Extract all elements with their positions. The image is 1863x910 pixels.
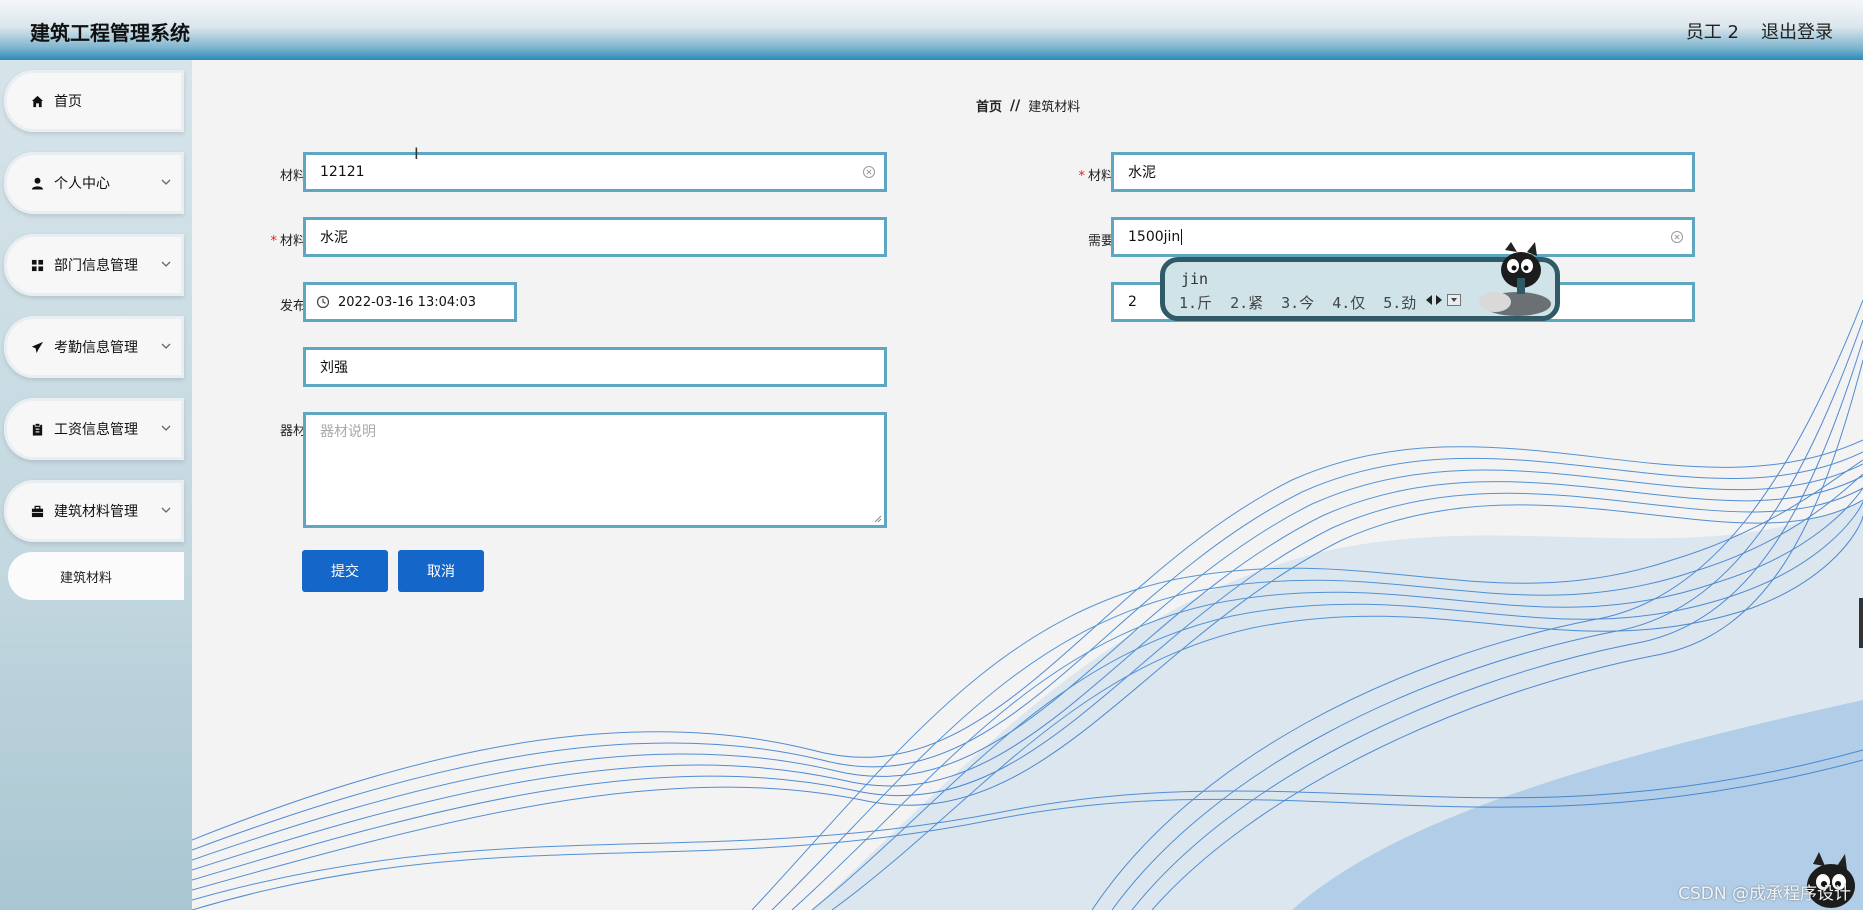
sidebar-item-personal-center[interactable]: 个人中心: [4, 152, 184, 214]
breadcrumb: 首页 // 建筑材料: [976, 96, 1081, 116]
sidebar-item-materials[interactable]: 建筑材料管理: [4, 480, 184, 542]
sidebar-item-label: 考勤信息管理: [54, 340, 138, 356]
material-name-input[interactable]: 水泥: [1111, 152, 1695, 192]
user-icon: [30, 176, 44, 190]
cancel-button[interactable]: 取消: [398, 550, 484, 592]
material-type-input[interactable]: 水泥: [303, 217, 887, 257]
sidebar-item-attendance[interactable]: 考勤信息管理: [4, 316, 184, 378]
publish-date-picker[interactable]: 2022-03-16 13:04:03: [303, 282, 517, 322]
ime-candidate[interactable]: 1.斤: [1179, 292, 1212, 313]
sidebar-item-label: 部门信息管理: [54, 258, 138, 274]
home-icon: [30, 94, 44, 108]
sidebar-item-home[interactable]: 首页: [4, 70, 184, 132]
text-cursor-icon: I: [414, 144, 419, 163]
description-textarea[interactable]: 器材说明: [303, 412, 887, 528]
chevron-down-icon: [161, 343, 171, 349]
send-icon: [30, 340, 44, 354]
material-code-input[interactable]: 12121: [303, 152, 887, 192]
main-content: 首页 // 建筑材料 材料编号 12121 *材料名称 水泥 *材料类型 水泥 …: [192, 60, 1863, 910]
ime-candidate[interactable]: 5.劲: [1383, 292, 1416, 313]
ime-mascot-icon: [1479, 242, 1551, 316]
sidebar-item-salary[interactable]: 工资信息管理: [4, 398, 184, 460]
clear-icon[interactable]: [862, 165, 876, 179]
header-user-area: 员工 2 退出登录: [1686, 18, 1833, 44]
breadcrumb-separator: //: [1010, 97, 1021, 114]
sidebar: 首页 个人中心 部门信息管理 考勤信息管理 工资信息管理 建筑材料管理 建筑材料: [0, 60, 192, 910]
ime-page-arrows-icon[interactable]: [1425, 294, 1443, 306]
clipboard-icon: [30, 422, 44, 436]
resize-handle-icon[interactable]: [874, 515, 882, 523]
briefcase-icon: [30, 504, 44, 518]
app-header: 建筑工程管理系统 员工 2 退出登录: [0, 0, 1863, 60]
ime-candidate-list: 1.斤 2.紧 3.今 4.仅 5.劲: [1179, 292, 1416, 313]
sidebar-item-label: 工资信息管理: [54, 422, 138, 438]
ime-candidate[interactable]: 2.紧: [1230, 292, 1263, 313]
ime-candidate[interactable]: 4.仅: [1332, 292, 1365, 313]
ime-composition: jin: [1181, 270, 1209, 288]
watermark: CSDN @成承程序设计: [1678, 884, 1851, 904]
chevron-down-icon: [161, 507, 171, 513]
ime-menu-icon[interactable]: [1447, 294, 1461, 306]
grid-icon: [30, 258, 44, 272]
logout-link[interactable]: 退出登录: [1761, 18, 1833, 44]
ime-candidate-popup[interactable]: jin 1.斤 2.紧 3.今 4.仅 5.劲: [1160, 242, 1560, 321]
submit-button[interactable]: 提交: [302, 550, 388, 592]
quantity-input[interactable]: 1500jin: [1111, 217, 1695, 257]
breadcrumb-current: 建筑材料: [1028, 100, 1081, 115]
sidebar-item-label: 建筑材料管理: [54, 504, 138, 520]
chevron-down-icon: [161, 261, 171, 267]
sidebar-item-department[interactable]: 部门信息管理: [4, 234, 184, 296]
scrollbar[interactable]: [1859, 598, 1863, 648]
ime-candidate[interactable]: 3.今: [1281, 292, 1314, 313]
clear-icon[interactable]: [1670, 230, 1684, 244]
sidebar-subitem-materials[interactable]: 建筑材料: [8, 552, 184, 600]
clock-icon: [316, 295, 330, 309]
app-title: 建筑工程管理系统: [30, 21, 190, 45]
current-user-label: 员工 2: [1685, 22, 1739, 43]
sidebar-item-label: 个人中心: [54, 176, 110, 192]
ime-page-controls: [1425, 294, 1461, 306]
chevron-down-icon: [161, 425, 171, 431]
chevron-down-icon: [161, 179, 171, 185]
sidebar-item-label: 首页: [54, 94, 82, 110]
breadcrumb-home[interactable]: 首页: [976, 96, 1002, 115]
name-input[interactable]: 刘强: [303, 347, 887, 387]
